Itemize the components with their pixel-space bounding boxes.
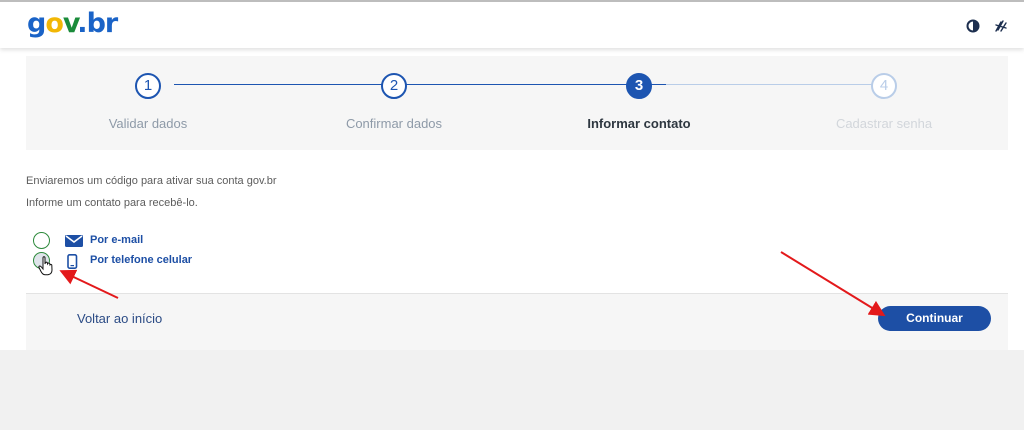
step-number: 3 bbox=[626, 73, 652, 99]
govbr-logo[interactable]: gov.br bbox=[27, 8, 118, 39]
hand-cursor-icon bbox=[38, 256, 53, 276]
option-phone[interactable]: Por telefone celular bbox=[33, 252, 273, 270]
back-to-start-link[interactable]: Voltar ao início bbox=[77, 311, 162, 326]
option-phone-label: Por telefone celular bbox=[90, 254, 193, 266]
option-email[interactable]: Por e-mail bbox=[33, 232, 273, 250]
step-label: Validar dados bbox=[108, 116, 188, 131]
step-informar-contato: 3 Informar contato bbox=[529, 73, 749, 131]
radio-email[interactable] bbox=[33, 232, 50, 249]
step-number: 2 bbox=[381, 73, 407, 99]
step-number: 4 bbox=[871, 73, 897, 99]
progress-stepper: 1 Validar dados 2 Confirmar dados 3 Info… bbox=[26, 56, 1008, 150]
option-email-label: Por e-mail bbox=[90, 234, 144, 246]
step-label: Confirmar dados bbox=[345, 116, 443, 131]
step-cadastrar-senha: 4 Cadastrar senha bbox=[774, 73, 994, 131]
contrast-icon[interactable] bbox=[966, 19, 980, 33]
step-validar-dados: 1 Validar dados bbox=[38, 73, 258, 131]
step-label: Cadastrar senha bbox=[835, 116, 933, 131]
envelope-icon bbox=[65, 235, 83, 247]
blank-area bbox=[0, 350, 1024, 430]
step-label: Informar contato bbox=[587, 116, 691, 131]
step-confirmar-dados: 2 Confirmar dados bbox=[284, 73, 504, 131]
instruction-text: Enviaremos um código para ativar sua con… bbox=[26, 175, 277, 187]
footer-actions: Voltar ao início Continuar bbox=[26, 293, 1008, 350]
instruction-subtext: Informe um contato para recebê-lo. bbox=[26, 197, 198, 209]
page: gov.br 1 Validar dados 2 Confirmar dados… bbox=[0, 0, 1024, 350]
continue-button[interactable]: Continuar bbox=[878, 306, 991, 331]
step-number: 1 bbox=[135, 73, 161, 99]
vlibras-icon[interactable] bbox=[994, 19, 1008, 33]
mobile-phone-icon bbox=[67, 254, 78, 269]
header-bar: gov.br bbox=[0, 0, 1024, 48]
